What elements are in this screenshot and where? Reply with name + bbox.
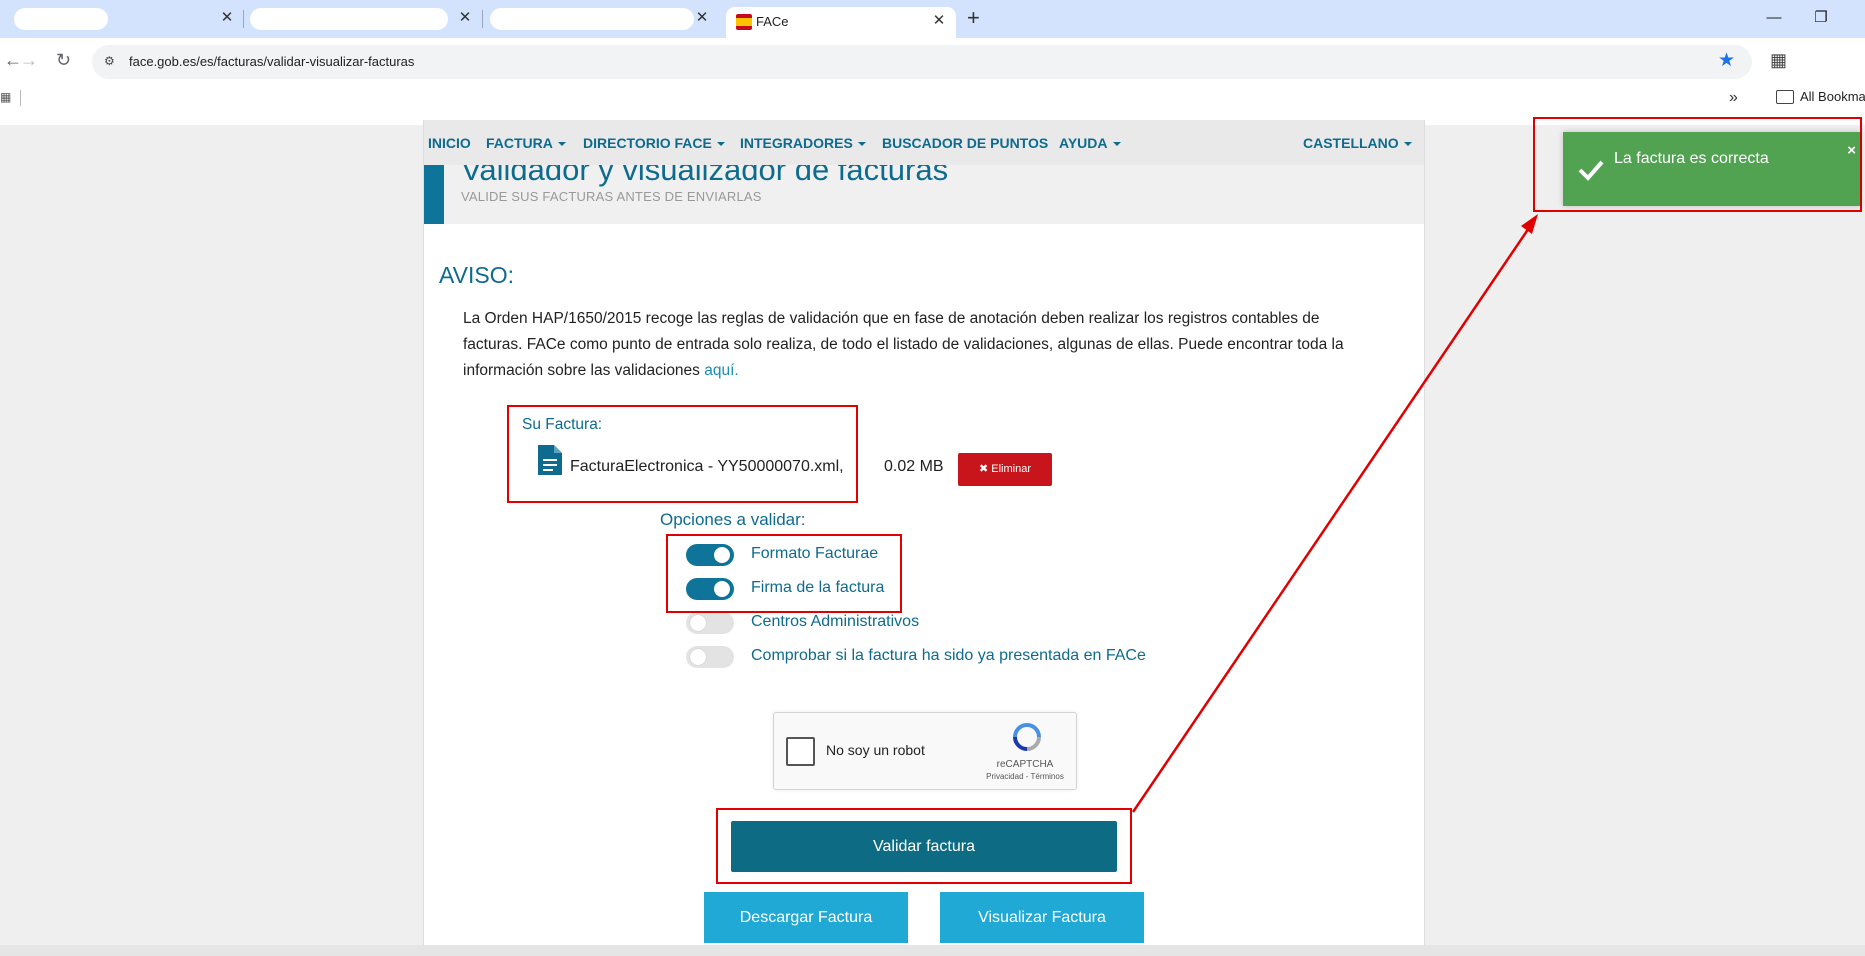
toggle-comprobar-presentada[interactable] <box>686 646 734 668</box>
nav-item-buscador-de-puntos[interactable]: BUSCADOR DE PUNTOS <box>882 135 1048 151</box>
recaptcha-links[interactable]: Privacidad - Términos <box>979 772 1071 781</box>
tab-separator <box>482 10 483 28</box>
recaptcha-widget: No soy un robot reCAPTCHA Privacidad - T… <box>773 712 1077 790</box>
main-nav: INICIO FACTURA DIRECTORIO FACE INTEGRADO… <box>424 120 1424 165</box>
forward-arrow-icon[interactable]: → <box>20 50 38 70</box>
option-label-centros-administrativos[interactable]: Centros Administrativos <box>751 613 919 631</box>
restore-icon[interactable]: ❐ <box>1806 6 1836 30</box>
toast-message: La factura es correcta <box>1614 150 1769 167</box>
checkmark-icon <box>1578 160 1604 181</box>
browser-tab-1[interactable] <box>14 8 108 30</box>
apps-grid-icon[interactable]: ▦ <box>0 90 11 104</box>
aviso-paragraph: La Orden HAP/1650/2015 recoge las reglas… <box>463 310 1344 379</box>
recaptcha-checkbox[interactable] <box>786 737 815 766</box>
bookmarks-overflow-icon[interactable]: » <box>1729 89 1738 107</box>
toggle-centros-administrativos[interactable] <box>686 612 734 634</box>
reload-icon[interactable]: ↻ <box>56 50 71 70</box>
validations-info-link[interactable]: aquí. <box>704 362 738 379</box>
aviso-heading: AVISO: <box>439 262 514 288</box>
browser-tab-2[interactable] <box>250 8 448 30</box>
toggle-knob <box>690 649 706 665</box>
horizontal-scrollbar[interactable] <box>0 945 1865 956</box>
language-selector[interactable]: CASTELLANO <box>1303 135 1412 151</box>
spain-flag-favicon-icon <box>736 14 752 30</box>
highlight-invoice-file <box>507 405 858 503</box>
view-invoice-button[interactable]: Visualizar Factura <box>940 892 1144 943</box>
success-toast: La factura es correcta × <box>1563 132 1860 206</box>
highlight-checked-options <box>666 534 902 613</box>
minimize-icon[interactable]: — <box>1759 6 1789 30</box>
browser-tab-active[interactable]: FACe ✕ <box>726 7 956 38</box>
bookmarks-separator <box>20 90 21 106</box>
nav-item-directorio-face[interactable]: DIRECTORIO FACE <box>583 135 725 151</box>
extensions-puzzle-icon[interactable]: ▦ <box>1770 50 1787 71</box>
nav-item-inicio[interactable]: INICIO <box>428 135 471 151</box>
browser-tab-3[interactable] <box>490 8 694 30</box>
tab-close-icon[interactable]: ✕ <box>218 9 236 27</box>
tab-separator <box>243 10 244 28</box>
tab-close-icon[interactable]: ✕ <box>456 9 474 27</box>
file-size: 0.02 MB <box>884 458 944 475</box>
page-subtitle: VALIDE SUS FACTURAS ANTES DE ENVIARLAS <box>461 189 762 204</box>
nav-item-factura[interactable]: FACTURA <box>486 135 566 151</box>
folder-icon <box>1776 90 1794 104</box>
recaptcha-logo-icon <box>1013 723 1041 751</box>
chevron-down-icon <box>1112 142 1121 147</box>
nav-item-integradores[interactable]: INTEGRADORES <box>740 135 866 151</box>
chevron-down-icon <box>857 142 866 147</box>
highlight-validate-button <box>716 808 1132 884</box>
browser-tab-bar: ✕ ✕ ✕ FACe ✕ + — ❐ <box>0 0 1865 38</box>
recaptcha-brand: reCAPTCHA <box>996 759 1054 770</box>
recaptcha-label: No soy un robot <box>826 742 925 758</box>
arrow-head <box>1521 214 1538 234</box>
download-invoice-button[interactable]: Descargar Factura <box>704 892 908 943</box>
tab-title: FACe <box>756 14 789 29</box>
address-bar[interactable]: ⚙ face.gob.es/es/facturas/validar-visual… <box>92 45 1752 79</box>
chevron-down-icon <box>1403 142 1412 147</box>
validation-options-label: Opciones a validar: <box>660 510 806 529</box>
option-label-comprobar-presentada[interactable]: Comprobar si la factura ha sido ya prese… <box>751 647 1146 665</box>
tab-close-icon[interactable]: ✕ <box>930 12 948 30</box>
site-info-icon[interactable]: ⚙ <box>104 53 120 69</box>
delete-file-button[interactable]: ✖ Eliminar <box>958 453 1052 486</box>
toggle-knob <box>690 615 706 631</box>
url-text[interactable]: face.gob.es/es/facturas/validar-visualiz… <box>129 54 414 69</box>
chevron-down-icon <box>557 142 566 147</box>
tab-close-icon[interactable]: ✕ <box>693 9 711 27</box>
nav-item-ayuda[interactable]: AYUDA <box>1059 135 1121 151</box>
chevron-down-icon <box>716 142 725 147</box>
new-tab-button[interactable]: + <box>967 6 980 30</box>
close-icon[interactable]: × <box>1847 142 1856 159</box>
bookmark-star-icon[interactable]: ★ <box>1718 50 1735 72</box>
all-bookmarks-label[interactable]: All Bookmar <box>1800 89 1865 104</box>
